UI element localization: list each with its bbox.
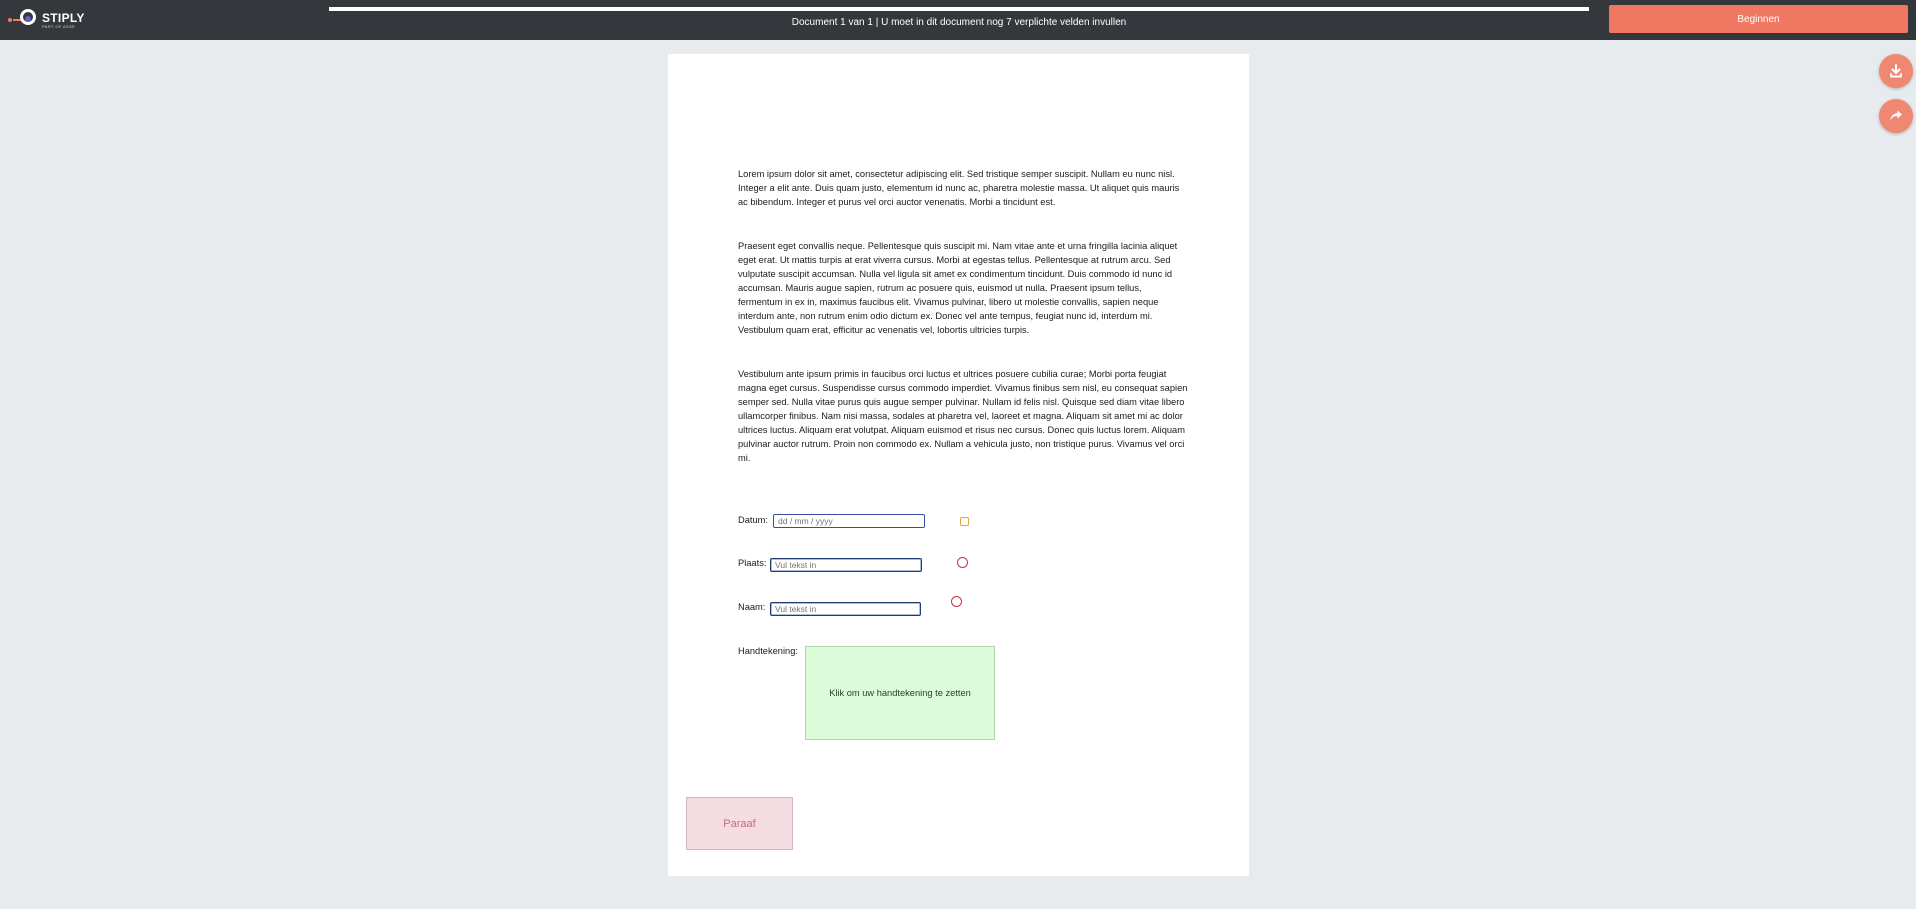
plaats-input[interactable]	[770, 558, 922, 572]
progress-bar	[329, 7, 1589, 11]
required-marker-icon	[960, 517, 969, 526]
download-icon	[1890, 64, 1902, 78]
signature-prompt: Klik om uw handtekening te zetten	[829, 688, 971, 698]
signature-box[interactable]: Klik om uw handtekening te zetten	[805, 646, 995, 740]
datum-input[interactable]	[773, 514, 925, 528]
naam-label: Naam:	[738, 602, 766, 612]
logo-subtitle: PART OF ASSE	[42, 23, 76, 29]
share-icon	[1890, 110, 1902, 121]
paraaf-box[interactable]: Paraaf	[686, 797, 793, 850]
paragraph-3: Vestibulum ante ipsum primis in faucibus…	[738, 369, 1188, 463]
document-page: Lorem ipsum dolor sit amet, consectetur …	[668, 54, 1249, 876]
paragraph-2: Praesent eget convallis neque. Pellentes…	[738, 241, 1178, 335]
naam-input[interactable]	[770, 602, 921, 616]
begin-button[interactable]: Beginnen	[1609, 5, 1908, 33]
document-status: Document 1 van 1 | U moet in dit documen…	[791, 17, 1127, 28]
handtekening-label: Handtekening:	[738, 646, 798, 656]
share-button[interactable]	[1879, 99, 1913, 133]
paragraph-1: Lorem ipsum dolor sit amet, consectetur …	[738, 169, 1180, 207]
required-marker-icon	[957, 557, 968, 568]
plaats-label: Plaats:	[738, 558, 767, 568]
download-button[interactable]	[1879, 54, 1913, 88]
top-bar: STIPLY PART OF ASSE Document 1 van 1 | U…	[0, 0, 1916, 40]
logo-name: STIPLY	[42, 10, 85, 25]
paraaf-label: Paraaf	[723, 817, 756, 830]
datum-label: Datum:	[738, 515, 768, 525]
document-text: Lorem ipsum dolor sit amet, consectetur …	[738, 167, 1188, 495]
stiply-logo-icon	[8, 8, 40, 32]
required-marker-icon	[951, 596, 962, 607]
stiply-logo: STIPLY PART OF ASSE	[8, 8, 85, 32]
